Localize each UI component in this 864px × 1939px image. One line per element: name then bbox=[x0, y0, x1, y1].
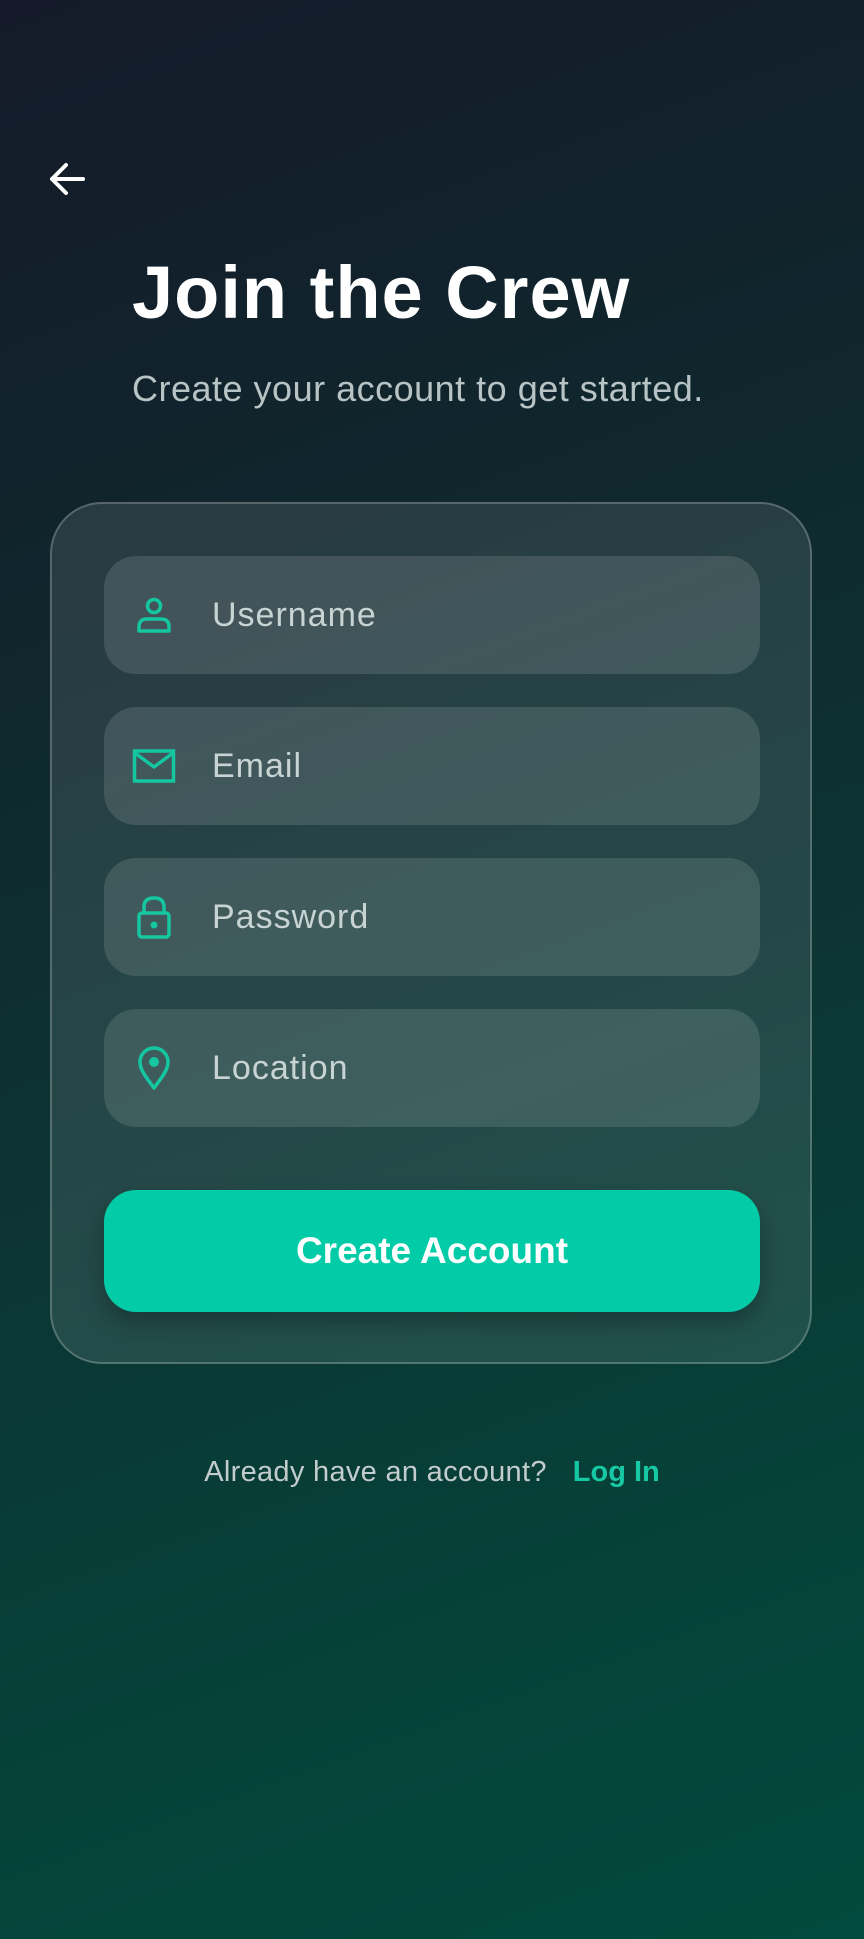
lock-icon bbox=[132, 895, 176, 939]
email-field[interactable]: Email bbox=[104, 707, 760, 825]
back-button[interactable] bbox=[40, 152, 94, 206]
signup-form-card: Username Email Password Location Create … bbox=[50, 502, 812, 1364]
location-field[interactable]: Location bbox=[104, 1009, 760, 1127]
email-placeholder: Email bbox=[212, 746, 303, 785]
create-account-button[interactable]: Create Account bbox=[104, 1190, 760, 1312]
user-icon bbox=[132, 593, 176, 637]
username-placeholder: Username bbox=[212, 595, 377, 634]
arrow-left-icon bbox=[50, 163, 85, 195]
username-field[interactable]: Username bbox=[104, 556, 760, 674]
login-prompt-text: Already have an account? bbox=[204, 1456, 547, 1488]
location-placeholder: Location bbox=[212, 1048, 349, 1087]
page-subtitle: Create your account to get started. bbox=[132, 368, 704, 409]
page-title: Join the Crew bbox=[132, 251, 631, 334]
login-link[interactable]: Log In bbox=[573, 1456, 660, 1489]
mail-icon bbox=[132, 744, 176, 788]
password-field[interactable]: Password bbox=[104, 858, 760, 976]
password-placeholder: Password bbox=[212, 897, 370, 936]
login-prompt-row: Already have an account? Log In bbox=[0, 1456, 864, 1489]
map-pin-icon bbox=[132, 1046, 176, 1090]
